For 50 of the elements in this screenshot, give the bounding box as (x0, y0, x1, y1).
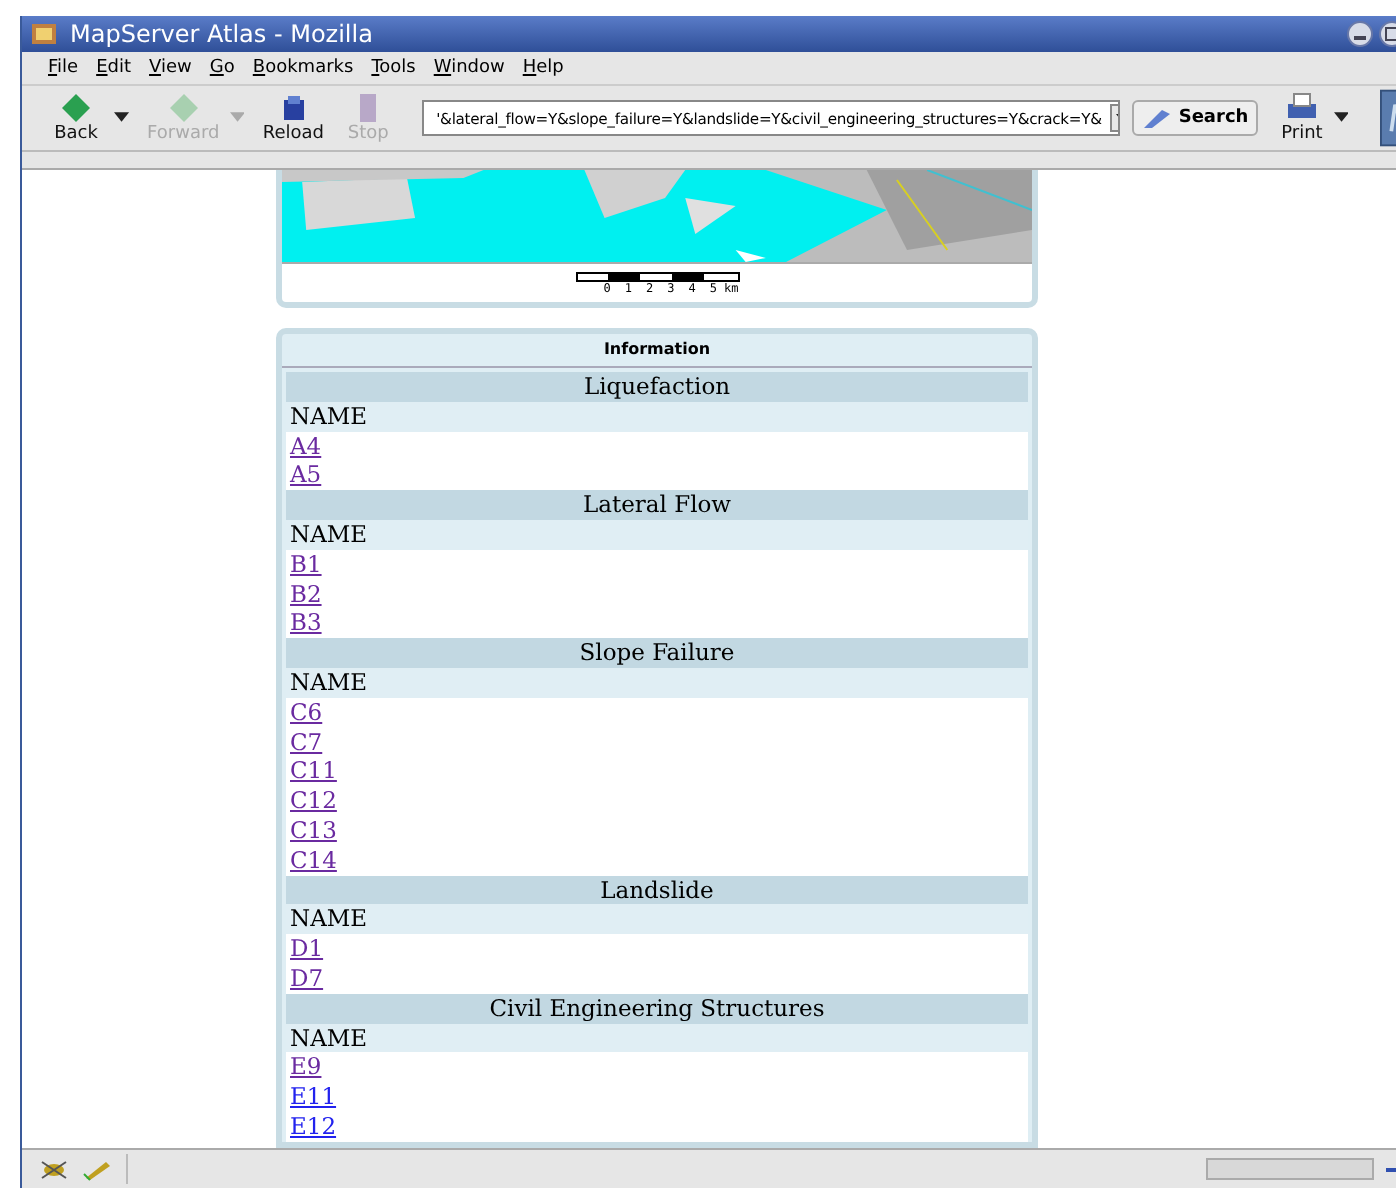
section-header: Liquefaction (286, 372, 1028, 402)
record-link[interactable]: C12 (290, 786, 337, 815)
menu-item[interactable]: Help (522, 58, 564, 78)
minimize-icon[interactable] (1346, 20, 1374, 48)
search-icon (1142, 106, 1175, 130)
record-link[interactable]: D7 (290, 963, 324, 992)
reload-button[interactable]: Reload (256, 92, 331, 144)
record-link[interactable]: E11 (290, 1082, 337, 1111)
column-header: NAME (286, 1023, 1028, 1053)
search-button[interactable]: Search (1132, 100, 1259, 136)
menu-item[interactable]: Window (433, 58, 505, 78)
record-link[interactable]: C14 (290, 845, 337, 874)
column-header: NAME (286, 904, 1028, 935)
app-icon (30, 20, 58, 48)
record-link[interactable]: C6 (290, 697, 323, 726)
record-link[interactable]: B3 (290, 608, 322, 637)
record-link[interactable]: D1 (290, 934, 324, 963)
scale-bar-icon (575, 272, 739, 282)
menu-item[interactable]: Bookmarks (252, 58, 354, 78)
menu-item[interactable]: Tools (371, 58, 416, 78)
record-link[interactable]: C7 (290, 727, 323, 756)
dropdown-caret-icon[interactable] (1333, 112, 1349, 124)
menu-item[interactable]: File (48, 58, 79, 78)
back-button[interactable]: Back (42, 92, 110, 144)
menu-item[interactable]: View (149, 58, 192, 78)
record-link[interactable]: A4 (290, 431, 322, 460)
section-header: Lateral Flow (286, 490, 1028, 520)
window-title: MapServer Atlas - Mozilla (70, 20, 375, 48)
record-link[interactable]: C11 (290, 756, 337, 785)
record-link[interactable]: B2 (290, 579, 322, 608)
record-link[interactable]: B1 (290, 549, 322, 578)
diamond-icon (58, 92, 94, 124)
dropdown-caret-icon[interactable] (114, 112, 130, 124)
print-button[interactable]: Print (1274, 92, 1330, 144)
bug-icon[interactable] (38, 1157, 70, 1181)
record-link[interactable]: E12 (290, 1111, 337, 1140)
column-header: NAME (286, 401, 1028, 432)
section-header: Landslide (286, 875, 1028, 905)
section-header: Slope Failure (286, 638, 1028, 668)
record-link[interactable]: E9 (290, 1052, 322, 1081)
panel-title: Information (282, 334, 1032, 368)
record-link[interactable]: C13 (290, 815, 337, 844)
column-header: NAME (286, 519, 1028, 550)
column-header: NAME (286, 667, 1028, 698)
menu-item[interactable]: Edit (96, 58, 132, 78)
printer-icon (1283, 92, 1320, 124)
section-header: Civil Engineering Structures (286, 993, 1028, 1024)
record-link[interactable]: A5 (290, 460, 322, 489)
diamond-icon (165, 92, 202, 124)
menu-item[interactable]: Go (209, 58, 235, 78)
